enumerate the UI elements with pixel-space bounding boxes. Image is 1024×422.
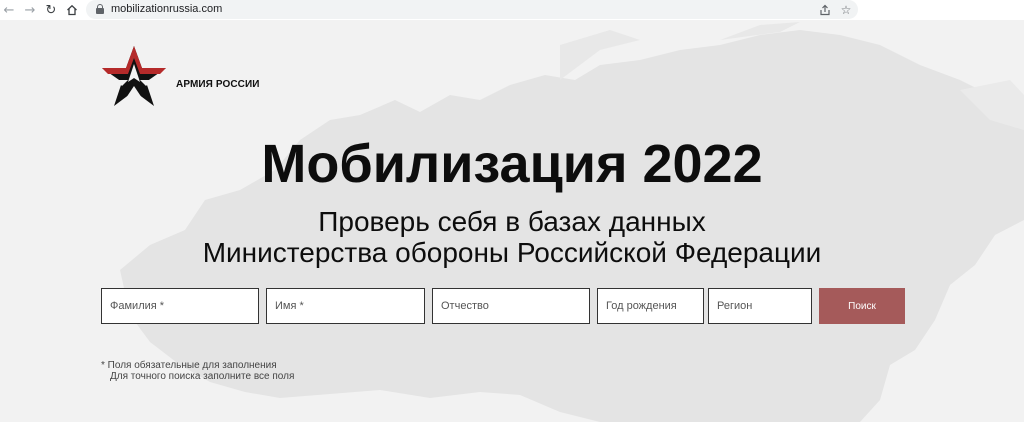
browser-toolbar: ← → ↻ mobilizationrussia.com ☆ bbox=[0, 0, 1024, 20]
patronymic-input[interactable] bbox=[432, 288, 590, 324]
surname-input[interactable] bbox=[101, 288, 259, 324]
url-text: mobilizationrussia.com bbox=[111, 3, 223, 15]
birth-year-input[interactable] bbox=[597, 288, 704, 324]
logo-text: АРМИЯ РОССИИ bbox=[176, 79, 260, 90]
forward-arrow-icon[interactable]: → bbox=[21, 1, 39, 19]
page-title: Мобилизация 2022 bbox=[261, 134, 763, 194]
page-content: АРМИЯ РОССИИ Мобилизация 2022 Проверь се… bbox=[0, 20, 1024, 422]
home-icon[interactable] bbox=[63, 1, 81, 19]
share-icon[interactable] bbox=[816, 1, 834, 19]
back-arrow-icon[interactable]: ← bbox=[0, 1, 18, 19]
address-bar[interactable]: mobilizationrussia.com ☆ bbox=[86, 0, 858, 19]
form-note: * Поля обязательные для заполнения Для т… bbox=[101, 360, 294, 382]
star-icon[interactable]: ☆ bbox=[837, 1, 855, 19]
subtitle-line-1: Проверь себя в базах данных bbox=[318, 206, 706, 237]
reload-icon[interactable]: ↻ bbox=[42, 1, 60, 19]
lock-icon bbox=[96, 4, 104, 14]
accuracy-note: Для точного поиска заполните все поля bbox=[110, 371, 295, 382]
page-subtitle: Проверь себя в базах данных Министерства… bbox=[0, 206, 1024, 268]
first-name-input[interactable] bbox=[266, 288, 425, 324]
search-button[interactable]: Поиск bbox=[819, 288, 905, 324]
subtitle-line-2: Министерства обороны Российской Федераци… bbox=[202, 237, 822, 268]
army-star-logo bbox=[102, 46, 166, 106]
region-input[interactable] bbox=[708, 288, 812, 324]
required-fields-note: * Поля обязательные для заполнения bbox=[101, 360, 277, 371]
